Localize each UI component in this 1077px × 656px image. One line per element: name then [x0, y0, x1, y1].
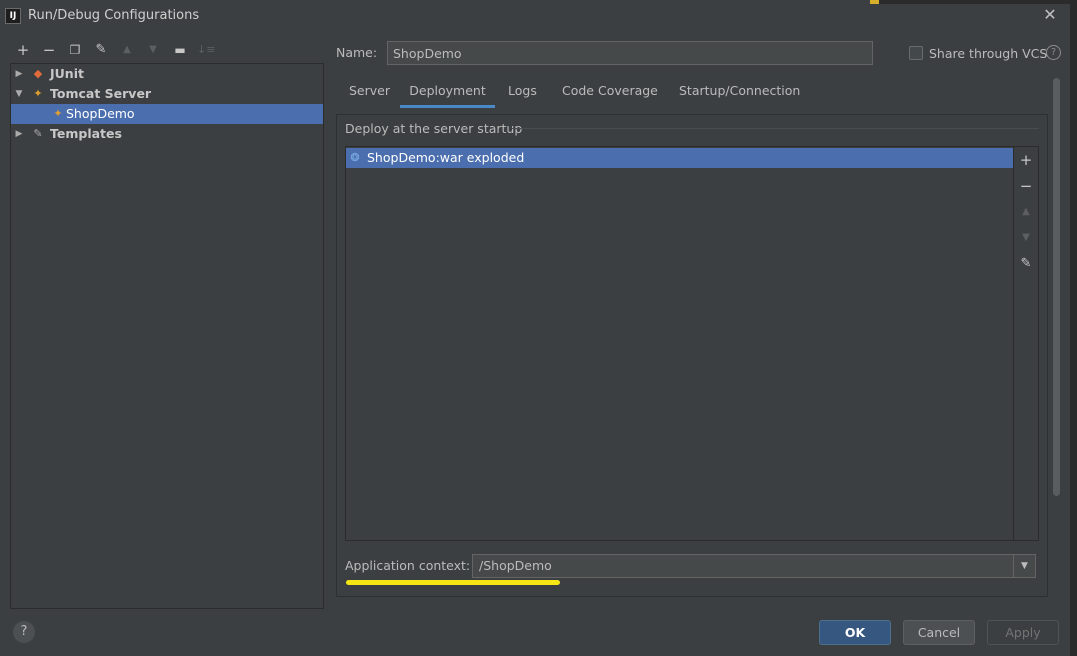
- share-vcs-checkbox[interactable]: [909, 46, 923, 60]
- add-icon[interactable]: +: [14, 41, 32, 59]
- tree-item-label: JUnit: [50, 66, 84, 81]
- artifact-list[interactable]: [345, 146, 1014, 541]
- app-context-combobox[interactable]: [472, 554, 1036, 578]
- tab-startup-connection[interactable]: Startup/Connection: [679, 82, 800, 108]
- tree-item-junit[interactable]: ▶ ◆ JUnit: [11, 64, 323, 84]
- tab-deployment[interactable]: Deployment: [400, 82, 495, 108]
- copy-icon[interactable]: ❐: [66, 41, 84, 59]
- apply-button[interactable]: Apply: [987, 620, 1059, 645]
- tree-item-shopdemo[interactable]: ✦ ShopDemo: [11, 104, 323, 124]
- move-down-icon[interactable]: ▼: [144, 41, 162, 59]
- wrench-icon[interactable]: ✎: [92, 41, 110, 59]
- artifact-icon: ❂: [350, 151, 360, 164]
- tab-logs[interactable]: Logs: [508, 82, 537, 108]
- name-input[interactable]: [387, 41, 873, 65]
- junit-icon: ◆: [33, 67, 43, 80]
- configuration-tree[interactable]: ▶ ◆ JUnit ▼ ✦ Tomcat Server ✦ ShopDemo ▶…: [10, 63, 324, 609]
- artifact-label: ShopDemo:war exploded: [367, 150, 525, 165]
- wrench-icon: ✎: [33, 127, 43, 140]
- expand-arrow-icon[interactable]: ▶: [13, 64, 25, 84]
- collapse-arrow-icon[interactable]: ▼: [13, 84, 25, 104]
- help-icon[interactable]: ?: [1046, 45, 1061, 60]
- move-down-icon[interactable]: ▼: [1016, 228, 1036, 248]
- close-icon[interactable]: ✕: [1041, 6, 1059, 24]
- app-context-label: Application context:: [345, 558, 471, 573]
- chevron-down-icon[interactable]: ▼: [1013, 555, 1035, 577]
- tomcat-icon: ✦: [33, 87, 43, 100]
- tab-server[interactable]: Server: [349, 82, 390, 108]
- edit-pencil-icon[interactable]: ✎: [1016, 254, 1036, 274]
- section-divider: [512, 128, 1039, 129]
- tree-item-label: ShopDemo: [66, 106, 135, 121]
- tomcat-icon: ✦: [53, 107, 63, 120]
- tree-item-label: Templates: [50, 126, 122, 141]
- remove-icon[interactable]: −: [40, 41, 58, 59]
- help-button[interactable]: ?: [13, 621, 35, 643]
- deploy-section-title: Deploy at the server startup: [345, 121, 523, 136]
- name-label: Name:: [336, 45, 378, 60]
- new-folder-icon[interactable]: ▬: [171, 41, 189, 59]
- background-window-edge: [1070, 0, 1077, 656]
- vertical-scrollbar[interactable]: [1053, 78, 1060, 496]
- background-window-strip: [870, 0, 1070, 4]
- app-context-value[interactable]: /ShopDemo: [479, 558, 552, 573]
- tab-code-coverage[interactable]: Code Coverage: [562, 82, 658, 108]
- share-vcs-label[interactable]: Share through VCS: [929, 46, 1047, 61]
- highlight-annotation: [346, 580, 560, 585]
- add-artifact-icon[interactable]: +: [1016, 150, 1036, 170]
- remove-artifact-icon[interactable]: −: [1016, 176, 1036, 196]
- move-up-icon[interactable]: ▲: [1016, 202, 1036, 222]
- tree-item-templates[interactable]: ▶ ✎ Templates: [11, 124, 323, 144]
- tree-item-tomcat-server[interactable]: ▼ ✦ Tomcat Server: [11, 84, 323, 104]
- background-window-marker: [870, 0, 879, 4]
- sort-icon[interactable]: ↓≡: [197, 41, 215, 59]
- move-up-icon[interactable]: ▲: [118, 41, 136, 59]
- tree-item-label: Tomcat Server: [50, 86, 152, 101]
- ok-button[interactable]: OK: [819, 620, 891, 645]
- window-title: Run/Debug Configurations: [28, 8, 200, 23]
- cancel-button[interactable]: Cancel: [903, 620, 975, 645]
- expand-arrow-icon[interactable]: ▶: [13, 124, 25, 144]
- intellij-app-icon: IJ: [5, 8, 21, 24]
